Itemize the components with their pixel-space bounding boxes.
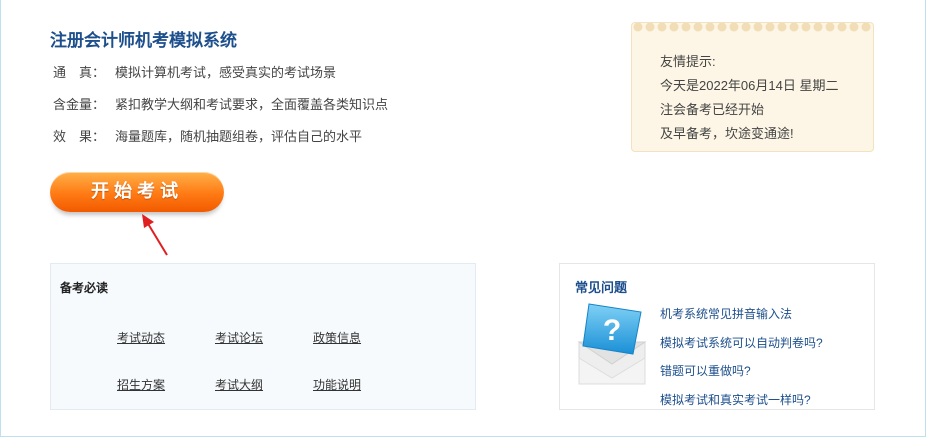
faq-item[interactable]: 模拟考试和真实考试一样吗?	[660, 391, 811, 408]
faq-panel: 常见问题 ? 机考系统常见拼音输入法 模拟考试系统可以自动判卷吗? 错题可以重做…	[559, 263, 875, 410]
link-enrollment-plan[interactable]: 招生方案	[117, 376, 165, 393]
tip-date: 今天是2022年06月14日 星期二	[660, 78, 839, 93]
must-read-title: 备考必读	[60, 281, 109, 295]
link-function-guide[interactable]: 功能说明	[313, 376, 361, 393]
link-policy-info[interactable]: 政策信息	[313, 329, 361, 346]
tip-line: 及早备考，坎途变通途!	[660, 126, 794, 141]
must-read-panel: 备考必读 考试动态 考试论坛 政策信息 招生方案 考试大纲 功能说明	[50, 263, 476, 410]
page-title: 注册会计师机考模拟系统	[50, 31, 237, 50]
faq-item[interactable]: 模拟考试系统可以自动判卷吗?	[660, 334, 823, 351]
scallop-dot	[753, 23, 763, 32]
scallop-dot	[657, 23, 667, 32]
link-exam-news[interactable]: 考试动态	[117, 329, 165, 346]
red-arrow-icon	[142, 214, 168, 256]
scallop-dot	[777, 23, 787, 32]
feature-label: 含金量：	[53, 97, 106, 112]
feature-value: 含金量： 紧扣教学大纲和考试要求，全面覆盖各类知识点	[53, 94, 388, 113]
scallop-dot	[693, 23, 703, 32]
feature-realism: 通 真： 模拟计算机考试，感受真实的考试场景	[53, 62, 336, 81]
scallop-border	[633, 23, 871, 32]
faq-item[interactable]: 机考系统常见拼音输入法	[660, 305, 792, 322]
scallop-dot	[861, 23, 871, 32]
tip-line: 注会备考已经开始	[660, 102, 765, 117]
question-box-icon: ?	[577, 303, 647, 385]
scallop-dot	[729, 23, 739, 32]
scallop-dot	[645, 23, 655, 32]
feature-text: 模拟计算机考试，感受真实的考试场景	[115, 65, 337, 80]
faq-title: 常见问题	[575, 280, 628, 295]
scallop-dot	[717, 23, 727, 32]
scallop-dot	[789, 23, 799, 32]
link-exam-outline[interactable]: 考试大纲	[215, 376, 263, 393]
feature-text: 紧扣教学大纲和考试要求，全面覆盖各类知识点	[115, 97, 389, 112]
scallop-dot	[837, 23, 847, 32]
tip-heading: 友情提示:	[660, 54, 716, 69]
faq-item[interactable]: 错题可以重做吗?	[660, 362, 751, 379]
scallop-dot	[801, 23, 811, 32]
feature-label: 效 果：	[53, 129, 106, 144]
svg-text:?: ?	[603, 314, 621, 347]
feature-label: 通 真：	[53, 65, 106, 80]
start-exam-button[interactable]: 开始考试	[50, 172, 224, 212]
feature-effect: 效 果： 海量题库，随机抽题组卷，评估自己的水平	[53, 126, 362, 145]
scallop-dot	[705, 23, 715, 32]
scallop-dot	[633, 23, 643, 32]
tip-panel: 友情提示: 今天是2022年06月14日 星期二 注会备考已经开始 及早备考，坎…	[631, 22, 874, 152]
scallop-dot	[765, 23, 775, 32]
scallop-dot	[669, 23, 679, 32]
scallop-dot	[849, 23, 859, 32]
scallop-dot	[741, 23, 751, 32]
scallop-dot	[813, 23, 823, 32]
link-exam-forum[interactable]: 考试论坛	[215, 329, 263, 346]
scallop-dot	[825, 23, 835, 32]
scallop-dot	[681, 23, 691, 32]
feature-text: 海量题库，随机抽题组卷，评估自己的水平	[115, 129, 363, 144]
